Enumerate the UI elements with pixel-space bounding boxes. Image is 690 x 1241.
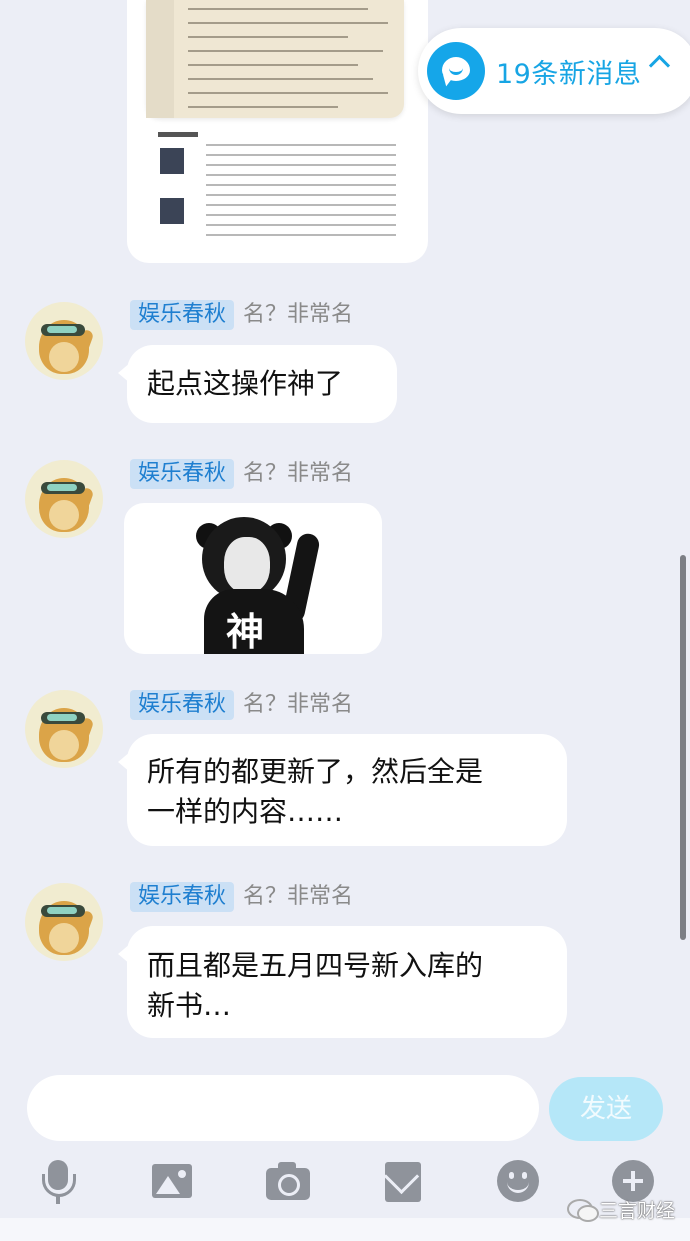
chat-bubble-icon	[427, 42, 485, 100]
message-bubble[interactable]: 起点这操作神了	[118, 345, 397, 423]
message-text-line: 新书…	[147, 989, 232, 1022]
shared-screenshot-table	[156, 132, 406, 240]
chevron-up-icon	[648, 54, 671, 77]
avatar[interactable]	[25, 690, 103, 768]
avatar[interactable]	[25, 883, 103, 961]
sender-tag: 娱乐春秋	[130, 690, 235, 720]
avatar[interactable]	[25, 460, 103, 538]
scrollbar[interactable]	[680, 555, 686, 940]
message-text-line: 所有的都更新了，然后全是	[147, 755, 484, 788]
sticker-message[interactable]: 神	[124, 503, 382, 654]
sender-nick: 名？非常名	[243, 461, 354, 486]
send-button[interactable]: 发送	[549, 1077, 663, 1141]
message-text-line: 而且都是五月四号新入库的	[147, 949, 484, 982]
panda-face-icon	[224, 537, 270, 593]
mic-icon[interactable]	[34, 1158, 82, 1206]
sender-tag: 娱乐春秋	[130, 882, 235, 912]
message-text: 起点这操作神了	[147, 367, 344, 400]
red-packet-icon[interactable]	[381, 1158, 429, 1206]
message-bubble[interactable]: 而且都是五月四号新入库的 新书…	[118, 926, 567, 1038]
camera-icon[interactable]	[265, 1158, 313, 1206]
watermark-text: 三言财经	[599, 1200, 676, 1222]
sender-nick: 名？非常名	[243, 692, 354, 717]
message-bubble[interactable]: 所有的都更新了，然后全是 一样的内容……	[118, 734, 567, 846]
shared-screenshot-book-page	[146, 0, 404, 118]
sticker-caption: 神	[226, 610, 265, 654]
sender-tag: 娱乐春秋	[130, 459, 235, 489]
new-messages-label: 19条新消息	[496, 59, 642, 90]
sender-nick: 名？非常名	[243, 884, 354, 909]
image-icon[interactable]	[150, 1158, 198, 1206]
avatar[interactable]	[25, 302, 103, 380]
sender-nick: 名？非常名	[243, 302, 354, 327]
emoji-icon[interactable]	[495, 1158, 543, 1206]
sender-tag: 娱乐春秋	[130, 300, 235, 330]
new-messages-pill[interactable]: 19条新消息	[418, 28, 690, 114]
message-text-line: 一样的内容……	[147, 795, 344, 828]
message-input[interactable]	[27, 1075, 539, 1141]
